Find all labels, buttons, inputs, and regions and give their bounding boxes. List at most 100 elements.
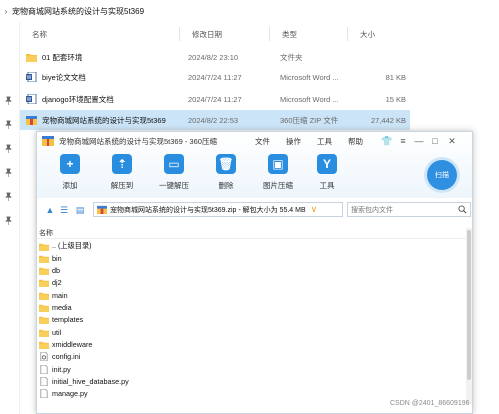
explorer-file-row[interactable]: W djanogo环境配置文档 2024/7/24 11:27 Microsof… (20, 89, 410, 109)
menu-file[interactable]: 文件 (255, 136, 270, 147)
search-placeholder: 搜索包内文件 (351, 206, 393, 214)
tools-button[interactable]: Y 工具 (303, 154, 351, 196)
archive-list-item[interactable]: initial_hive_database.py (39, 375, 459, 387)
archive-item-name: init.py (52, 364, 71, 374)
archive-item-name: .. (上级目录) (52, 241, 92, 251)
explorer-file-row[interactable]: W biye论文文档 2024/7/24 11:27 Microsoft Wor… (20, 67, 410, 87)
tools-icon: Y (317, 154, 337, 174)
file-type: 360压缩 ZIP 文件 (280, 115, 339, 125)
skin-icon[interactable]: 👕 (381, 135, 393, 147)
pin-icon[interactable] (4, 96, 13, 105)
close-icon[interactable]: ✕ (446, 135, 458, 147)
archive-list-item[interactable]: xmiddleware (39, 338, 459, 350)
column-header-name[interactable]: 名称 (20, 27, 180, 41)
add-button[interactable]: + 添加 (46, 154, 94, 196)
archive-list-item[interactable]: util (39, 326, 459, 338)
image-compress-button[interactable]: ▣ 图片压缩 (254, 154, 302, 196)
search-input[interactable]: 搜索包内文件 (347, 202, 471, 217)
archive-item-name: manage.py (52, 389, 88, 399)
settings-file-icon (39, 352, 49, 362)
add-icon: + (60, 154, 80, 174)
file-modified: 2024/7/24 11:27 (188, 72, 242, 82)
quick-access-pane (0, 22, 20, 414)
folder-icon (39, 278, 49, 288)
file-modified: 2024/8/2 22:53 (188, 115, 239, 125)
archive-list-item[interactable]: db (39, 265, 459, 277)
folder-icon (39, 340, 49, 349)
image-compress-icon: ▣ (268, 154, 288, 174)
minimize-icon[interactable]: — (413, 135, 425, 147)
explorer-title-bar: › 宠物商城网站系统的设计与实现5t369 (0, 0, 499, 22)
view-toggle-icon[interactable]: ▤ (75, 205, 85, 215)
window-menu-icon[interactable]: ≡ (397, 135, 409, 147)
file-icon (39, 376, 49, 386)
pin-icon[interactable] (4, 216, 13, 225)
file-modified: 2024/7/24 11:27 (188, 94, 242, 104)
archive-item-name: dj2 (52, 278, 62, 288)
folder-icon (39, 254, 49, 263)
delete-button[interactable]: 🗑 删除 (202, 154, 250, 196)
chevron-down-icon[interactable]: ∨ (311, 204, 318, 215)
menu-help[interactable]: 帮助 (348, 136, 363, 147)
maximize-icon[interactable]: □ (429, 135, 441, 147)
explorer-column-headers: 名称 修改日期 类型 大小 (20, 25, 410, 43)
pin-icon[interactable] (4, 120, 13, 129)
word-doc-icon: W (26, 72, 37, 82)
archive-path-text: 宠物商城网站系统的设计与实现5t369.zip - 解包大小为 55.4 MB (110, 206, 306, 214)
archive-list-item[interactable]: bin (39, 252, 459, 264)
file-type: Microsoft Word ... (280, 94, 339, 104)
file-name: biye论文文档 (42, 72, 86, 82)
pin-icon[interactable] (4, 192, 13, 201)
archive-list-item[interactable]: main (39, 289, 459, 301)
folder-icon (39, 328, 49, 337)
scan-button[interactable]: 扫描 (427, 160, 457, 190)
archive-list-item[interactable]: templates (39, 314, 459, 326)
column-header-name[interactable]: 名称 (38, 228, 466, 239)
scrollbar-thumb[interactable] (467, 230, 471, 380)
archive-item-name: db (52, 266, 60, 276)
explorer-file-row[interactable]: 01 配套环境 2024/8/2 23:10 文件夹 (20, 47, 410, 67)
archive-logo-icon (42, 135, 54, 147)
folder-icon (39, 291, 49, 300)
folder-icon (26, 52, 37, 62)
chevron-right-icon[interactable]: › (0, 7, 12, 16)
zip-archive-icon (26, 115, 37, 125)
archive-item-name: xmiddleware (52, 339, 93, 349)
search-icon[interactable] (458, 205, 467, 214)
word-doc-icon: W (26, 94, 37, 104)
extract-to-icon: ⇡ (112, 154, 132, 174)
archive-list-item[interactable]: dj2 (39, 277, 459, 289)
file-name: 宠物商城网站系统的设计与实现5t369 (42, 115, 166, 125)
explorer-path-title: 宠物商城网站系统的设计与实现5t369 (12, 6, 145, 16)
file-size: 81 KB (385, 72, 406, 82)
file-size: 15 KB (385, 94, 406, 104)
watermark: CSDN @2401_86609196 (390, 400, 470, 407)
column-header-size[interactable]: 大小 (348, 27, 410, 41)
up-arrow-icon[interactable]: ▲ (45, 205, 55, 215)
view-list-icon[interactable]: ☰ (59, 205, 69, 215)
column-header-modified[interactable]: 修改日期 (180, 27, 270, 41)
extract-to-button[interactable]: ⇡ 解压到 (98, 154, 146, 196)
archive-list-item[interactable]: media (39, 302, 459, 314)
pin-icon[interactable] (4, 168, 13, 177)
archive-list-item[interactable]: manage.py (39, 388, 459, 400)
archive-list-item[interactable]: config.ini (39, 351, 459, 363)
explorer-file-row-selected[interactable]: 宠物商城网站系统的设计与实现5t369 2024/8/2 22:53 360压缩… (20, 110, 410, 130)
archive-path-field[interactable]: 宠物商城网站系统的设计与实现5t369.zip - 解包大小为 55.4 MB … (93, 202, 343, 217)
file-size: 27,442 KB (370, 115, 406, 125)
pin-icon[interactable] (4, 144, 13, 153)
archive-item-name: initial_hive_database.py (52, 376, 129, 386)
one-click-extract-icon: ▭ (164, 154, 184, 174)
menu-operation[interactable]: 操作 (286, 136, 301, 147)
zip-archive-window: 宠物商城网站系统的设计与实现5t369 - 360压缩 文件 操作 工具 帮助 … (36, 131, 473, 414)
zip-archive-icon (97, 205, 107, 214)
one-click-extract-button[interactable]: ▭ 一键解压 (150, 154, 198, 196)
file-icon (39, 364, 49, 374)
archive-list-item[interactable]: init.py (39, 363, 459, 375)
menu-tools[interactable]: 工具 (317, 136, 332, 147)
archive-item-name: config.ini (52, 352, 81, 362)
folder-icon (39, 303, 49, 313)
column-header-type[interactable]: 类型 (270, 27, 348, 41)
vertical-scrollbar[interactable] (466, 228, 472, 404)
archive-list-item[interactable]: .. (上级目录) (39, 240, 459, 252)
